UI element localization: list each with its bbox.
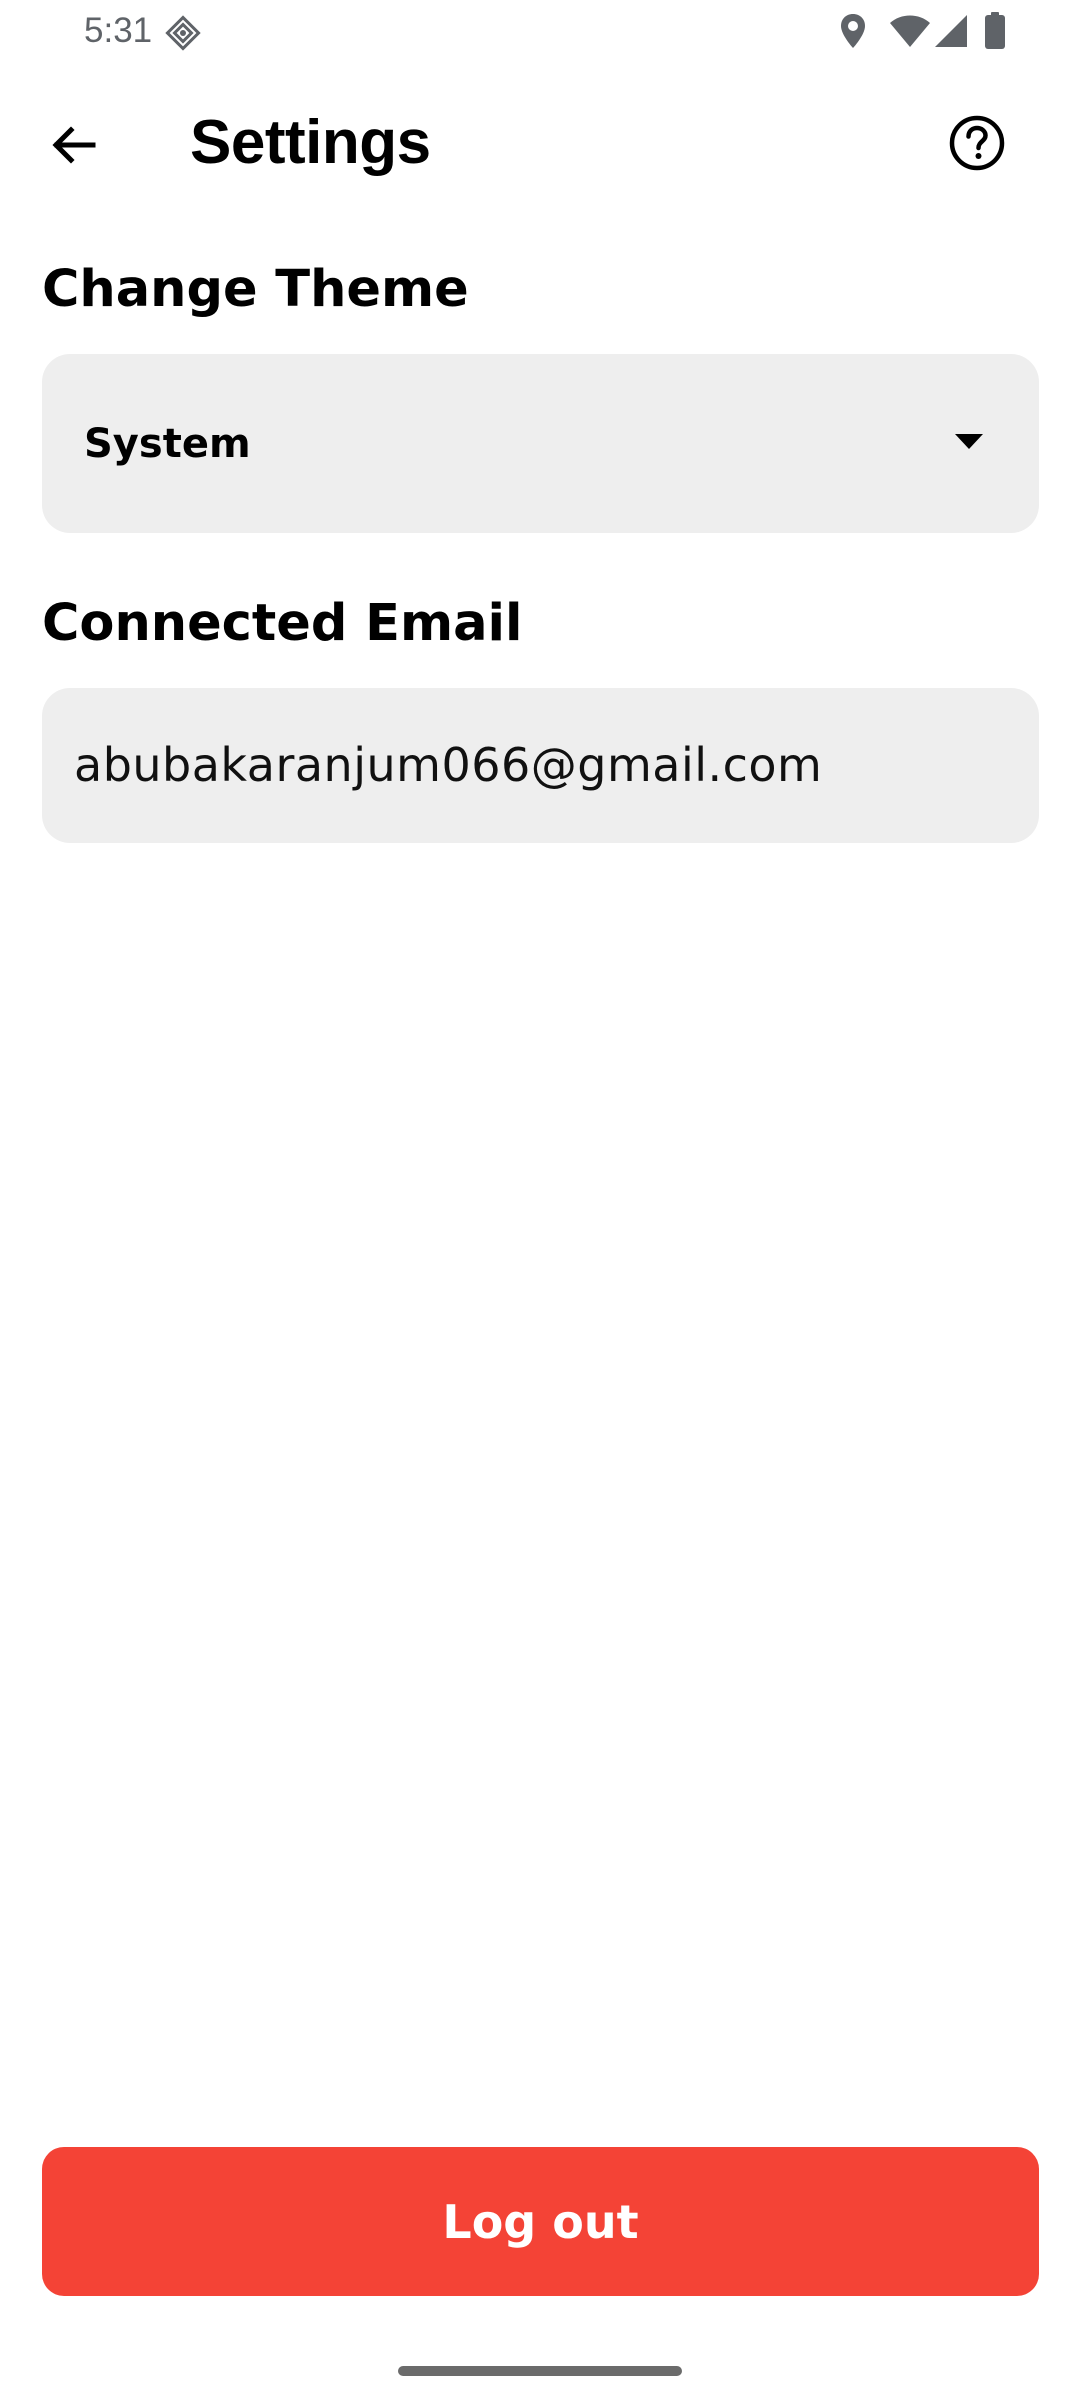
email-value: abubakaranjum066@gmail.com	[74, 738, 823, 792]
change-theme-heading: Change Theme	[42, 260, 469, 319]
app-bar: Settings	[0, 62, 1080, 212]
caret-down-icon	[955, 434, 983, 450]
theme-selected-value: System	[84, 421, 251, 467]
signal-icon	[934, 14, 968, 52]
logout-label: Log out	[442, 2194, 639, 2249]
status-bar: 5:31	[0, 0, 1080, 62]
connected-email-heading: Connected Email	[42, 594, 523, 653]
app-notification-icon	[163, 13, 203, 53]
page-title: Settings	[190, 108, 431, 177]
status-time: 5:31	[84, 11, 153, 50]
theme-dropdown[interactable]: System	[42, 354, 1039, 533]
location-icon	[838, 12, 868, 54]
back-button[interactable]	[30, 104, 116, 190]
home-indicator[interactable]	[398, 2366, 682, 2376]
help-circle-icon	[948, 114, 1006, 176]
help-button[interactable]	[934, 102, 1020, 188]
battery-icon	[984, 12, 1006, 54]
wifi-icon	[889, 14, 931, 52]
arrow-back-icon	[49, 121, 97, 173]
email-field: abubakaranjum066@gmail.com	[42, 688, 1039, 843]
logout-button[interactable]: Log out	[42, 2147, 1039, 2296]
